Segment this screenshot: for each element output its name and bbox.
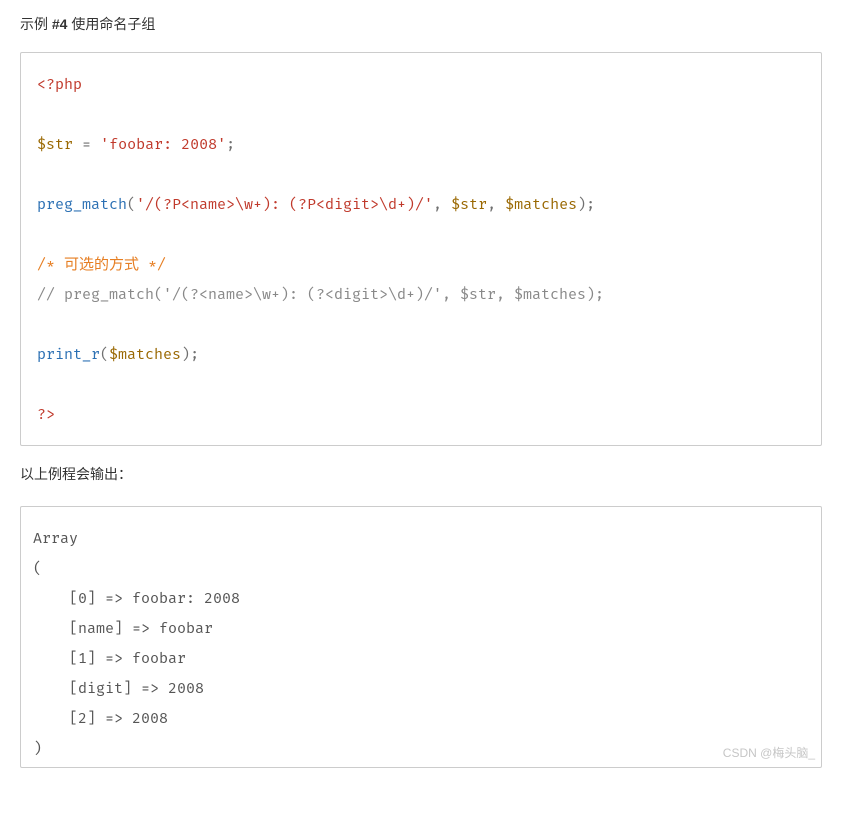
- paren-open: (: [127, 195, 136, 213]
- output-caption: 以上例程会输出：: [20, 464, 822, 484]
- fn-print-r: print_r: [37, 345, 100, 363]
- example-title-prefix: 示例: [20, 16, 52, 32]
- semicolon: ;: [226, 135, 235, 153]
- line-comment: // preg_match('/(?<name>\w+): (?<digit>\…: [37, 285, 604, 303]
- variable-str: $str: [451, 195, 487, 213]
- example-title: 示例 #4 使用命名子组: [20, 14, 822, 34]
- fn-preg-match: preg_match: [37, 195, 127, 213]
- comma: ,: [433, 195, 442, 213]
- paren-close: ): [577, 195, 586, 213]
- assign-operator: =: [82, 135, 91, 153]
- variable-matches: $matches: [505, 195, 577, 213]
- output-text: Array ( [0] => foobar: 2008 [name] => fo…: [33, 529, 240, 757]
- watermark: CSDN @梅头脑_: [723, 741, 815, 765]
- code-block-php: <?php $str = 'foobar: 2008'; preg_match(…: [20, 52, 822, 446]
- paren-open: (: [100, 345, 109, 363]
- variable-str: $str: [37, 135, 73, 153]
- output-block: Array ( [0] => foobar: 2008 [name] => fo…: [20, 506, 822, 768]
- variable-matches: $matches: [109, 345, 181, 363]
- semicolon: ;: [190, 345, 199, 363]
- example-title-suffix: 使用命名子组: [67, 16, 155, 32]
- multiline-comment: /* 可选的方式 */: [37, 255, 166, 273]
- paren-close: ): [181, 345, 190, 363]
- comma: ,: [487, 195, 496, 213]
- php-close-tag: ?>: [37, 405, 55, 423]
- example-title-number: #4: [52, 16, 68, 32]
- regex-string: '/(?P<name>\w+): (?P<digit>\d+)/': [136, 195, 433, 213]
- php-open-tag: <?php: [37, 75, 82, 93]
- string-literal: 'foobar: 2008': [100, 135, 226, 153]
- semicolon: ;: [586, 195, 595, 213]
